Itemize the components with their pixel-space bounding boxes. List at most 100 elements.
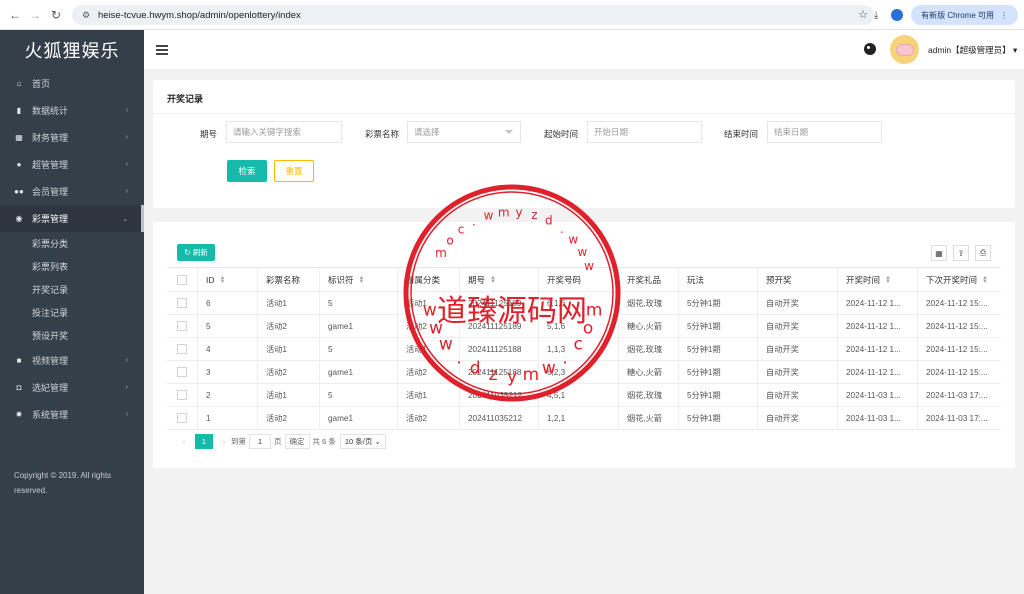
column-header-label: 期号 xyxy=(468,274,486,285)
back-icon[interactable]: ← xyxy=(4,4,26,26)
address-bar[interactable]: ⚙ heise-tcvue.hwym.shop/admin/openlotter… xyxy=(72,5,874,25)
row-checkbox[interactable] xyxy=(177,298,187,308)
submenu-item-lottery-category[interactable]: 彩票分类 xyxy=(0,232,144,255)
sidebar-item-finance[interactable]: ▦ 财务管理 › xyxy=(0,124,144,151)
table-row[interactable]: 3 活动2 game1 活动2 202411125188 6,2,3 糖心,火箭 5分钟1期自… xyxy=(167,361,1001,384)
profile-icon[interactable] xyxy=(891,9,904,21)
avatar[interactable] xyxy=(890,35,919,64)
download-icon[interactable]: ⤓ xyxy=(869,8,883,22)
current-page[interactable]: 1 xyxy=(195,434,213,449)
copyright-text: Copyright © 2019. All rights reserved. xyxy=(14,471,112,495)
sort-icon[interactable]: ▲ ▼ xyxy=(220,275,226,285)
page-size-select[interactable]: 10 条/页 ⌄ xyxy=(339,434,386,449)
submenu-item-preset-draw[interactable]: 预设开奖 xyxy=(0,324,144,347)
sort-icon[interactable]: ▲ ▼ xyxy=(490,275,496,285)
sidebar-item-members[interactable]: ●● 会员管理 › xyxy=(0,178,144,205)
cell-issue: 202411125188 xyxy=(460,338,539,360)
chrome-update-button[interactable]: 有新版 Chrome 可用 ⋮ xyxy=(911,5,1018,25)
row-checkbox[interactable] xyxy=(177,321,187,331)
sidebar-item-label: 会员管理 xyxy=(32,187,69,197)
more-menu-icon: ⋮ xyxy=(1000,10,1008,20)
row-checkbox[interactable] xyxy=(177,344,187,354)
goto-page-input[interactable]: 1 xyxy=(249,434,271,449)
site-info-icon[interactable]: ⚙ xyxy=(80,9,92,21)
watermark-letter-bot-5: z xyxy=(531,208,537,222)
column-header-draw-time[interactable]: 开奖时间 ▲ ▼ xyxy=(838,268,918,291)
bookmark-star-icon[interactable]: ☆ xyxy=(858,8,868,21)
menu-toggle-icon[interactable] xyxy=(156,45,168,55)
divider xyxy=(153,113,1015,114)
next-page-icon[interactable]: › xyxy=(217,437,231,446)
user-menu[interactable]: admin【超级管理员】 ▾ xyxy=(928,44,1017,56)
page-title: 开奖记录 xyxy=(167,94,204,104)
end-date-input[interactable]: 结束日期 xyxy=(767,121,882,143)
reload-icon[interactable]: ↻ xyxy=(45,4,67,26)
cell-next-time: 2024-11-12 15:... xyxy=(926,344,988,354)
row-checkbox[interactable] xyxy=(177,390,187,400)
cell-next-time: 2024-11-12 15:... xyxy=(926,298,988,308)
table-row[interactable]: 5 活动2 game1 活动2 202411125189 5,1,6 糖心,火箭 5分钟1期自… xyxy=(167,315,1001,338)
sidebar-item-superadmin[interactable]: ● 超管管理 › xyxy=(0,151,144,178)
app-logo[interactable]: 火狐狸娱乐 xyxy=(0,30,144,70)
column-header-label: 标识符 xyxy=(328,274,354,285)
cell-predraw: 自动开奖 xyxy=(758,292,838,314)
cell-flag: game1 xyxy=(320,407,398,429)
column-header-issue[interactable]: 期号 ▲ ▼ xyxy=(460,268,539,291)
row-checkbox[interactable] xyxy=(177,413,187,423)
goto-confirm-button[interactable]: 确定 xyxy=(284,434,310,449)
chevron-down-icon: ⌄ xyxy=(372,437,381,446)
pig-avatar-icon xyxy=(895,43,914,56)
theme-palette-icon[interactable] xyxy=(864,43,876,55)
table-row[interactable]: 1 活动2 game1 活动2 202411035212 1,2,1 烟花,火箭 5分钟1期自… xyxy=(167,407,1001,430)
table-body: 6 活动1 5 活动1 202411125189 6,1,6 烟花,玫瑰 5分钟1期 自动开奖 2… xyxy=(167,292,1001,430)
select-all-cell xyxy=(167,268,198,291)
cell-flag: game1 xyxy=(320,315,398,337)
reset-button[interactable]: 重置 xyxy=(274,160,314,182)
submenu-item-bet-records[interactable]: 投注记录 xyxy=(0,301,144,324)
select-all-checkbox[interactable] xyxy=(177,274,187,285)
cell-category: 活动2 xyxy=(398,361,460,383)
cell-number: 1,2,1 xyxy=(539,407,619,429)
refresh-button[interactable]: ↻ 刷新 xyxy=(177,244,215,261)
end-time-label: 结束时间 xyxy=(724,129,759,139)
cell-play: 5分钟1期 xyxy=(679,361,758,383)
column-header-next-time[interactable]: 下次开奖时间 ▲ ▼ xyxy=(918,268,1001,291)
submenu-item-draw-records[interactable]: 开奖记录 xyxy=(0,278,144,301)
sidebar-item-statistics[interactable]: ▮ 数据统计 › xyxy=(0,97,144,124)
sort-icon[interactable]: ▲ ▼ xyxy=(885,275,891,285)
table-row[interactable]: 4 活动1 5 活动1 202411125188 1,1,3 烟花,玫瑰 5分钟1期 自动开奖 2… xyxy=(167,338,1001,361)
forward-icon[interactable]: → xyxy=(24,4,46,26)
camera-icon: ◘ xyxy=(16,383,22,392)
start-date-input[interactable]: 开始日期 xyxy=(587,121,702,143)
end-placeholder: 结束日期 xyxy=(774,127,809,137)
sidebar-item-concubine[interactable]: ◘ 选妃管理 › xyxy=(0,374,144,401)
column-header-id[interactable]: ID ▲ ▼ xyxy=(198,268,258,291)
table-row[interactable]: 2 活动1 5 活动1 202411035212 4,5,1 烟花,玫瑰 5分钟1期 自动开奖 2… xyxy=(167,384,1001,407)
chevron-right-icon: › xyxy=(125,384,128,391)
print-icon[interactable]: ⎙ xyxy=(975,245,991,261)
sidebar-item-system[interactable]: ✹ 系统管理 › xyxy=(0,401,144,428)
search-button[interactable]: 检索 xyxy=(227,160,267,182)
table-row[interactable]: 6 活动1 5 活动1 202411125189 6,1,6 烟花,玫瑰 5分钟1期 自动开奖 2… xyxy=(167,292,1001,315)
column-header-flag[interactable]: 标识符 ▲ ▼ xyxy=(320,268,398,291)
submenu-item-lottery-list[interactable]: 彩票列表 xyxy=(0,255,144,278)
columns-filter-icon[interactable]: ▦ xyxy=(931,245,947,261)
lottery-name-select[interactable]: 请选择 xyxy=(407,121,521,143)
row-select-cell xyxy=(167,384,198,406)
column-header-label: 所属分类 xyxy=(406,274,441,285)
sort-icon[interactable]: ▲ ▼ xyxy=(359,275,365,285)
issue-search-input[interactable]: 请输入关键字搜索 xyxy=(226,121,342,143)
prev-page-icon[interactable]: ‹ xyxy=(177,437,191,446)
cell-predraw: 自动开奖 xyxy=(758,361,838,383)
goto-label: 到第 xyxy=(231,437,246,446)
export-icon[interactable]: ⇪ xyxy=(953,245,969,261)
sort-icon[interactable]: ▲ ▼ xyxy=(982,275,988,285)
cell-issue: 202411125189 xyxy=(460,315,539,337)
cell-play: 5分钟1期 xyxy=(679,292,758,314)
sidebar-item-lottery[interactable]: ◉ 彩票管理 ⌄ xyxy=(0,205,144,232)
cell-issue: 202411125189 xyxy=(460,292,539,314)
column-header-label: 开奖号码 xyxy=(547,274,582,285)
row-checkbox[interactable] xyxy=(177,367,187,377)
sidebar-item-home[interactable]: ⌂ 首页 xyxy=(0,70,144,97)
sidebar-item-video[interactable]: ■ 视频管理 › xyxy=(0,347,144,374)
